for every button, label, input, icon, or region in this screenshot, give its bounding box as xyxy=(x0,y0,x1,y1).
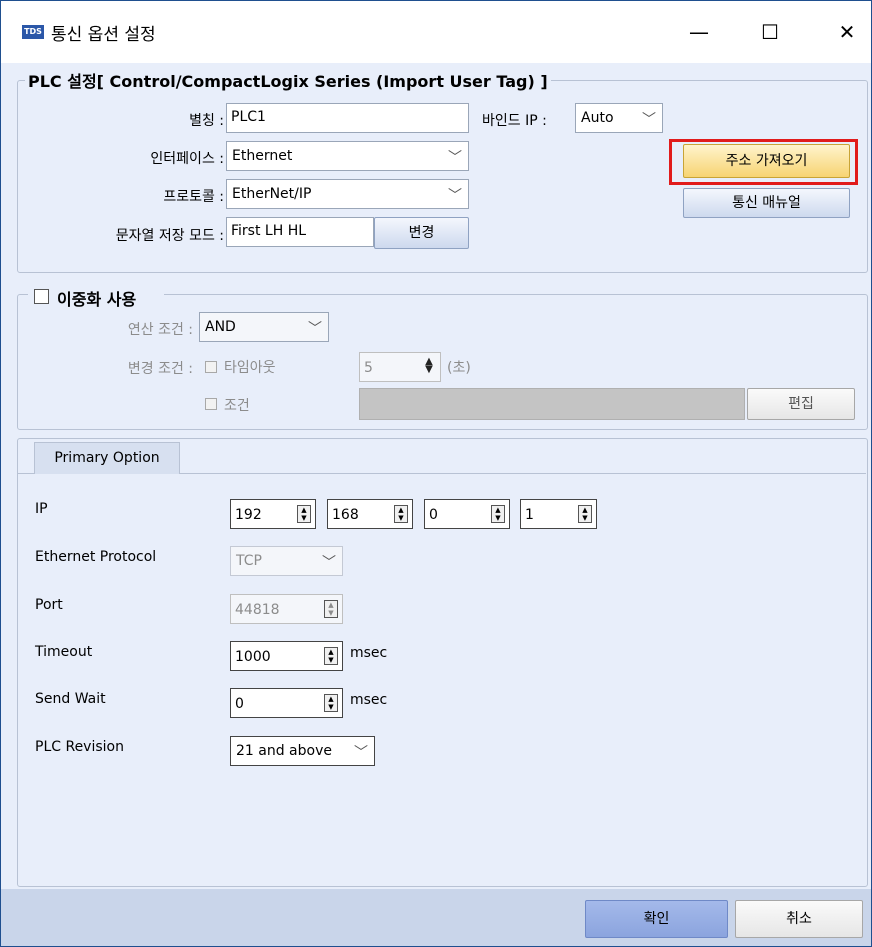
cancel-button[interactable]: 취소 xyxy=(735,900,863,938)
send-wait-value: 0 xyxy=(235,696,244,712)
spin-arrows-icon[interactable]: ▲ ▼ xyxy=(297,505,311,523)
interface-value: Ethernet xyxy=(232,148,293,164)
spin-arrows-icon[interactable]: ▲ ▼ xyxy=(394,505,408,523)
manual-button[interactable]: 통신 매뉴얼 xyxy=(683,188,850,218)
ip-octet-3-value: 0 xyxy=(429,507,438,523)
highlight-box xyxy=(669,139,858,185)
chevron-down-icon: ﹀ xyxy=(308,321,322,337)
ip-octet-4-value: 1 xyxy=(525,507,534,523)
protocol-select[interactable]: EtherNet/IP ﹀ xyxy=(226,179,469,209)
change-button[interactable]: 변경 xyxy=(374,217,469,249)
chevron-down-icon: ﹀ xyxy=(448,188,462,204)
plc-revision-value: 21 and above xyxy=(236,743,332,759)
ok-button[interactable]: 확인 xyxy=(585,900,728,938)
bind-ip-value: Auto xyxy=(581,110,614,126)
operation-condition-label: 연산 조건 : xyxy=(127,322,193,338)
ip-octet-1-value: 192 xyxy=(235,507,262,523)
spin-arrows-icon[interactable]: ▲ ▼ xyxy=(324,647,338,665)
timeout-check-label: 타임아웃 xyxy=(224,360,276,376)
window-title: 통신 옵션 설정 xyxy=(51,25,156,45)
condition-input xyxy=(359,388,745,420)
timeout-value: 1000 xyxy=(235,649,271,665)
plc-revision-select[interactable]: 21 and above ﹀ xyxy=(230,736,375,766)
close-button[interactable]: ✕ xyxy=(825,15,869,49)
spin-arrows-icon[interactable]: ▲ ▼ xyxy=(324,694,338,712)
interface-label: 인터페이스 : xyxy=(150,151,224,167)
timeout-unit: msec xyxy=(350,645,388,661)
condition-check-label: 조건 xyxy=(224,398,250,414)
ethernet-protocol-value: TCP xyxy=(236,553,262,569)
condition-checkbox[interactable] xyxy=(205,398,217,410)
plc-revision-label: PLC Revision xyxy=(35,739,124,755)
chevron-down-icon: ﹀ xyxy=(448,150,462,166)
ethernet-protocol-label: Ethernet Protocol xyxy=(35,549,157,565)
ip-octet-3[interactable]: 0 ▲ ▼ xyxy=(424,499,510,529)
plc-settings-legend: PLC 설정[ Control/CompactLogix Series (Imp… xyxy=(25,68,551,92)
spin-arrows-icon[interactable]: ▲ ▼ xyxy=(578,505,592,523)
protocol-value: EtherNet/IP xyxy=(232,186,312,202)
change-condition-label: 변경 조건 : xyxy=(127,361,193,377)
chevron-down-icon: ﹀ xyxy=(354,745,368,761)
timeout-checkbox[interactable] xyxy=(205,361,217,373)
send-wait-unit: msec xyxy=(350,692,388,708)
interface-select[interactable]: Ethernet ﹀ xyxy=(226,141,469,171)
ip-octet-2-value: 168 xyxy=(332,507,359,523)
port-stepper[interactable]: 44818 ▲ ▼ xyxy=(230,594,343,624)
string-mode-input: First LH HL xyxy=(226,217,374,247)
operation-condition-value: AND xyxy=(205,319,236,335)
spin-arrows-icon[interactable]: ▲ ▼ xyxy=(324,600,338,618)
bind-ip-select[interactable]: Auto ﹀ xyxy=(575,103,663,133)
port-value: 44818 xyxy=(235,602,280,618)
ethernet-protocol-select[interactable]: TCP ﹀ xyxy=(230,546,343,576)
app-logo-icon: TDS xyxy=(22,25,44,39)
timeout-seconds-value: 5 xyxy=(364,360,373,376)
send-wait-stepper[interactable]: 0 ▲ ▼ xyxy=(230,688,343,718)
timeout-unit-label: (초) xyxy=(447,360,471,376)
ip-octet-1[interactable]: 192 ▲ ▼ xyxy=(230,499,316,529)
title-bar[interactable]: TDS 통신 옵션 설정 — ☐ ✕ xyxy=(1,1,871,63)
spin-arrows-icon[interactable]: ▲ ▼ xyxy=(422,357,436,376)
edit-button[interactable]: 편집 xyxy=(747,388,855,420)
chevron-down-icon: ﹀ xyxy=(642,112,656,128)
send-wait-label: Send Wait xyxy=(35,691,106,707)
maximize-button[interactable]: ☐ xyxy=(748,15,792,49)
bind-ip-label: 바인드 IP : xyxy=(482,113,547,129)
ip-octet-2[interactable]: 168 ▲ ▼ xyxy=(327,499,413,529)
alias-input[interactable]: PLC1 xyxy=(226,103,469,133)
protocol-label: 프로토콜 : xyxy=(163,189,224,205)
string-mode-label: 문자열 저장 모드 : xyxy=(115,228,224,244)
timeout-label: Timeout xyxy=(35,644,93,660)
alias-label: 별칭 : xyxy=(189,113,224,129)
chevron-down-icon: ﹀ xyxy=(322,555,336,571)
timeout-seconds-stepper[interactable]: 5 ▲ ▼ xyxy=(359,352,441,382)
redundancy-label: 이중화 사용 xyxy=(57,290,137,309)
port-label: Port xyxy=(35,597,63,613)
minimize-button[interactable]: — xyxy=(677,15,721,49)
tab-primary-option[interactable]: Primary Option xyxy=(34,442,180,474)
redundancy-checkbox[interactable] xyxy=(34,289,49,304)
timeout-stepper[interactable]: 1000 ▲ ▼ xyxy=(230,641,343,671)
dialog-window: TDS 통신 옵션 설정 — ☐ ✕ PLC 설정[ Control/Compa… xyxy=(0,0,872,947)
ip-label: IP xyxy=(35,501,48,517)
spin-arrows-icon[interactable]: ▲ ▼ xyxy=(491,505,505,523)
ip-octet-4[interactable]: 1 ▲ ▼ xyxy=(520,499,597,529)
operation-condition-select[interactable]: AND ﹀ xyxy=(199,312,329,342)
